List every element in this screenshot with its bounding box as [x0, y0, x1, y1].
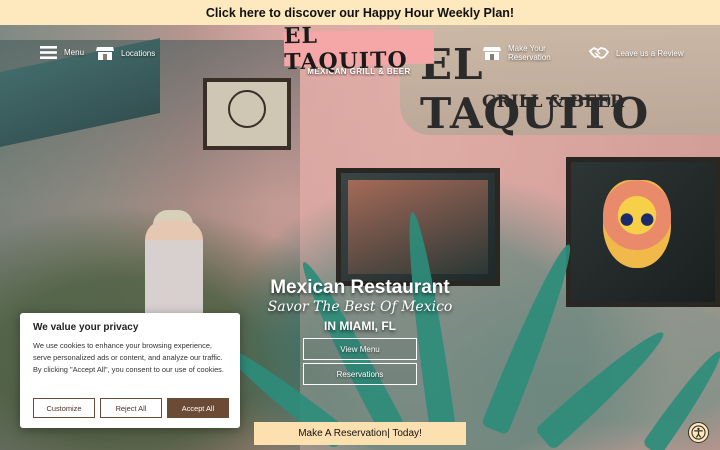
hero-subtitle: Savor The Best Of Mexico: [267, 299, 453, 315]
cookie-customize-button[interactable]: Customize: [33, 398, 95, 418]
handshake-icon: [589, 46, 609, 60]
cookie-reject-all-button[interactable]: Reject All: [100, 398, 162, 418]
make-reservation-nav-button[interactable]: Make Your Reservation: [483, 44, 551, 62]
locations-nav-button[interactable]: Locations: [96, 45, 155, 61]
reservation-nav-label: Make Your Reservation: [508, 44, 551, 62]
cookie-consent-text: We use cookies to enhance your browsing …: [33, 341, 224, 374]
accessibility-button[interactable]: [688, 422, 709, 443]
make-reservation-today-button[interactable]: Make A Reservation| Today!: [254, 422, 466, 445]
accessibility-icon: [691, 425, 706, 440]
logo-title: EL TAQUITO: [283, 22, 408, 76]
background-sign-subtext: GRILL & BEER: [482, 92, 625, 112]
menu-nav-button[interactable]: Menu: [40, 45, 84, 60]
hero-title: Mexican Restaurant: [270, 277, 450, 298]
cookie-consent-title: We value your privacy: [33, 322, 139, 333]
menu-nav-label: Menu: [64, 48, 85, 57]
hamburger-menu-icon: [40, 45, 57, 60]
leave-review-nav-button[interactable]: Leave us a Review: [589, 46, 684, 60]
reservations-button[interactable]: Reservations: [303, 363, 417, 385]
reservation-nav-label-line2: Reservation: [508, 53, 551, 62]
locations-nav-label: Locations: [121, 48, 156, 58]
cookie-accept-all-button[interactable]: Accept All: [167, 398, 229, 418]
reservation-nav-label-line1: Make Your: [508, 44, 546, 53]
cookie-consent-actions: Customize Reject All Accept All: [33, 398, 229, 418]
hero-location: IN MIAMI, FL: [324, 319, 396, 333]
leave-review-nav-label: Leave us a Review: [616, 48, 684, 58]
make-reservation-today-label: Make A Reservation| Today!: [298, 428, 422, 439]
hanging-sign-emblem: [228, 90, 266, 128]
sugar-skull-art: [603, 180, 671, 268]
logo-badge: EL TAQUITO: [284, 23, 435, 75]
view-menu-button[interactable]: View Menu: [303, 338, 417, 360]
store-icon: [96, 45, 114, 61]
reservation-store-icon: [483, 45, 501, 61]
cookie-consent-dialog: We value your privacy We use cookies to …: [20, 313, 240, 428]
site-logo[interactable]: EL TAQUITO MEXICAN GRILL & BEER: [284, 23, 435, 76]
happy-hour-banner-text: Click here to discover our Happy Hour We…: [205, 5, 515, 20]
